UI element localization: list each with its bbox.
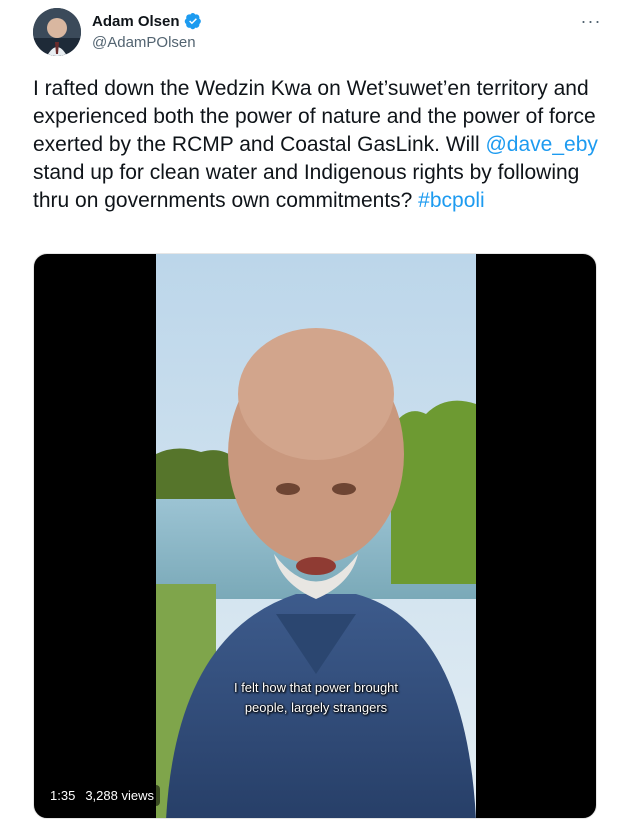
- author-handle[interactable]: @AdamPOlsen: [92, 34, 196, 51]
- author-name-row: Adam Olsen: [92, 12, 202, 30]
- mention-link[interactable]: @dave_eby: [485, 133, 597, 156]
- tweet-text: I rafted down the Wedzin Kwa on Wet’suwe…: [33, 75, 603, 215]
- caption-line-2: people, largely strangers: [244, 700, 388, 715]
- hashtag-link[interactable]: #bcpoli: [418, 189, 485, 212]
- tweet: Adam Olsen @AdamPOlsen ··· I rafted down…: [0, 0, 622, 835]
- more-options-icon: ···: [580, 10, 602, 31]
- video-caption: I felt how that power brought people, la…: [156, 678, 476, 718]
- video-meta: 1:35 3,288 views: [44, 785, 160, 806]
- video-duration: 1:35: [50, 788, 76, 803]
- author-name[interactable]: Adam Olsen: [92, 13, 180, 30]
- caption-line-1: I felt how that power brought: [233, 680, 399, 695]
- profile-photo-icon: [33, 8, 81, 56]
- video-frame: [156, 254, 476, 818]
- avatar[interactable]: [33, 8, 81, 56]
- more-options-button[interactable]: ···: [578, 8, 604, 34]
- video-thumbnail-icon: [156, 254, 476, 818]
- verified-badge-icon: [184, 12, 201, 30]
- video-views: 3,288 views: [85, 788, 154, 803]
- video-player[interactable]: I felt how that power brought people, la…: [33, 253, 597, 819]
